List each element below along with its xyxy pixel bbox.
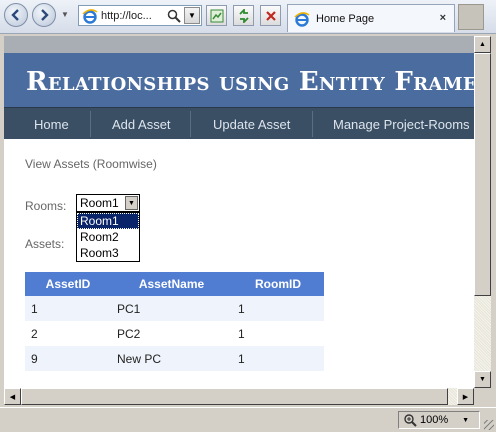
- scroll-right-icon[interactable]: ▶: [457, 388, 474, 405]
- room-option[interactable]: Room2: [77, 229, 139, 245]
- vertical-scrollbar[interactable]: ▲ ▼: [474, 36, 491, 388]
- refresh-button[interactable]: [233, 5, 254, 26]
- tab-title: Home Page: [316, 12, 375, 25]
- menu-item-home[interactable]: Home: [34, 108, 69, 140]
- rooms-label: Rooms:: [25, 199, 67, 213]
- vertical-scroll-thumb[interactable]: [474, 53, 491, 296]
- menu-item-add-asset[interactable]: Add Asset: [112, 108, 171, 140]
- horizontal-scrollbar[interactable]: ◀ ▶: [4, 388, 474, 405]
- scroll-up-icon[interactable]: ▲: [474, 36, 491, 53]
- ie-logo-icon: [82, 8, 98, 24]
- search-icon[interactable]: [167, 9, 181, 23]
- ie-logo-icon: [294, 11, 310, 27]
- zoom-icon: [404, 414, 417, 427]
- menu-separator: [312, 111, 313, 137]
- scrollbar-corner: [474, 388, 491, 405]
- recent-pages-dropdown-icon[interactable]: ▼: [61, 10, 69, 19]
- address-dropdown-icon[interactable]: ▼: [184, 7, 200, 24]
- page-top-band: [4, 36, 474, 53]
- table-header-row: AssetID AssetName RoomID: [25, 272, 324, 296]
- refresh-icon: [238, 8, 249, 23]
- status-bar: 100% ▼: [0, 407, 496, 432]
- column-header-room-id: RoomID: [232, 272, 324, 296]
- address-url[interactable]: http://loc...: [101, 10, 163, 22]
- table-row: 1 PC1 1: [25, 296, 324, 321]
- new-tab-button[interactable]: [458, 4, 484, 30]
- table-cell: PC2: [111, 321, 232, 346]
- address-bar[interactable]: http://loc... ▼: [78, 5, 202, 26]
- table-row: 9 New PC 1: [25, 346, 324, 371]
- compatibility-view-icon: [210, 9, 223, 22]
- site-title: Relationships using Entity Framework: [26, 67, 474, 97]
- rooms-select[interactable]: Room1 ▼: [76, 194, 140, 212]
- back-button[interactable]: [4, 3, 28, 27]
- zoom-level: 100%: [420, 414, 449, 426]
- table-row: 2 PC2 1: [25, 321, 324, 346]
- zoom-control[interactable]: 100% ▼: [398, 411, 480, 429]
- forward-arrow-icon: [41, 9, 49, 21]
- close-tab-icon[interactable]: ×: [440, 12, 446, 24]
- table-cell: 1: [232, 296, 324, 321]
- assets-label: Assets:: [25, 237, 65, 251]
- table-cell: 1: [25, 296, 111, 321]
- chevron-down-icon[interactable]: ▼: [462, 417, 469, 424]
- back-arrow-icon: [11, 9, 19, 21]
- page-subtitle: View Assets (Roomwise): [25, 157, 157, 171]
- menu-separator: [90, 111, 91, 137]
- assets-table: AssetID AssetName RoomID 1 PC1 1 2 PC2 1…: [25, 272, 324, 371]
- room-option[interactable]: Room3: [77, 245, 139, 261]
- menu-item-manage-project-rooms[interactable]: Manage Project-Rooms: [333, 108, 470, 140]
- chevron-down-icon[interactable]: ▼: [125, 196, 138, 210]
- table-cell: New PC: [111, 346, 232, 371]
- scroll-down-icon[interactable]: ▼: [474, 371, 491, 388]
- room-option[interactable]: Room1: [77, 213, 139, 229]
- table-cell: 2: [25, 321, 111, 346]
- browser-toolbar: ▼ http://loc... ▼ Home Page ×: [0, 0, 496, 34]
- stop-button[interactable]: [260, 5, 281, 26]
- horizontal-scroll-thumb[interactable]: [21, 388, 448, 405]
- rooms-dropdown-list: Room1 Room2 Room3: [76, 212, 140, 262]
- compatibility-view-button[interactable]: [206, 5, 227, 26]
- forward-button[interactable]: [32, 3, 56, 27]
- table-cell: 9: [25, 346, 111, 371]
- site-header: Relationships using Entity Framework: [4, 53, 474, 107]
- scroll-left-icon[interactable]: ◀: [4, 388, 21, 405]
- table-cell: PC1: [111, 296, 232, 321]
- column-header-asset-id: AssetID: [25, 272, 111, 296]
- page-viewport: Relationships using Entity Framework Hom…: [4, 36, 474, 388]
- column-header-asset-name: AssetName: [111, 272, 232, 296]
- menu-separator: [190, 111, 191, 137]
- menu-item-update-asset[interactable]: Update Asset: [213, 108, 290, 140]
- rooms-select-value[interactable]: Room1: [80, 196, 119, 210]
- main-menu: Home Add Asset Update Asset Manage Proje…: [4, 107, 474, 139]
- table-cell: 1: [232, 346, 324, 371]
- table-cell: 1: [232, 321, 324, 346]
- tab-home-page[interactable]: Home Page ×: [287, 4, 455, 32]
- stop-icon: [265, 10, 276, 21]
- resize-grip-icon[interactable]: [484, 420, 494, 430]
